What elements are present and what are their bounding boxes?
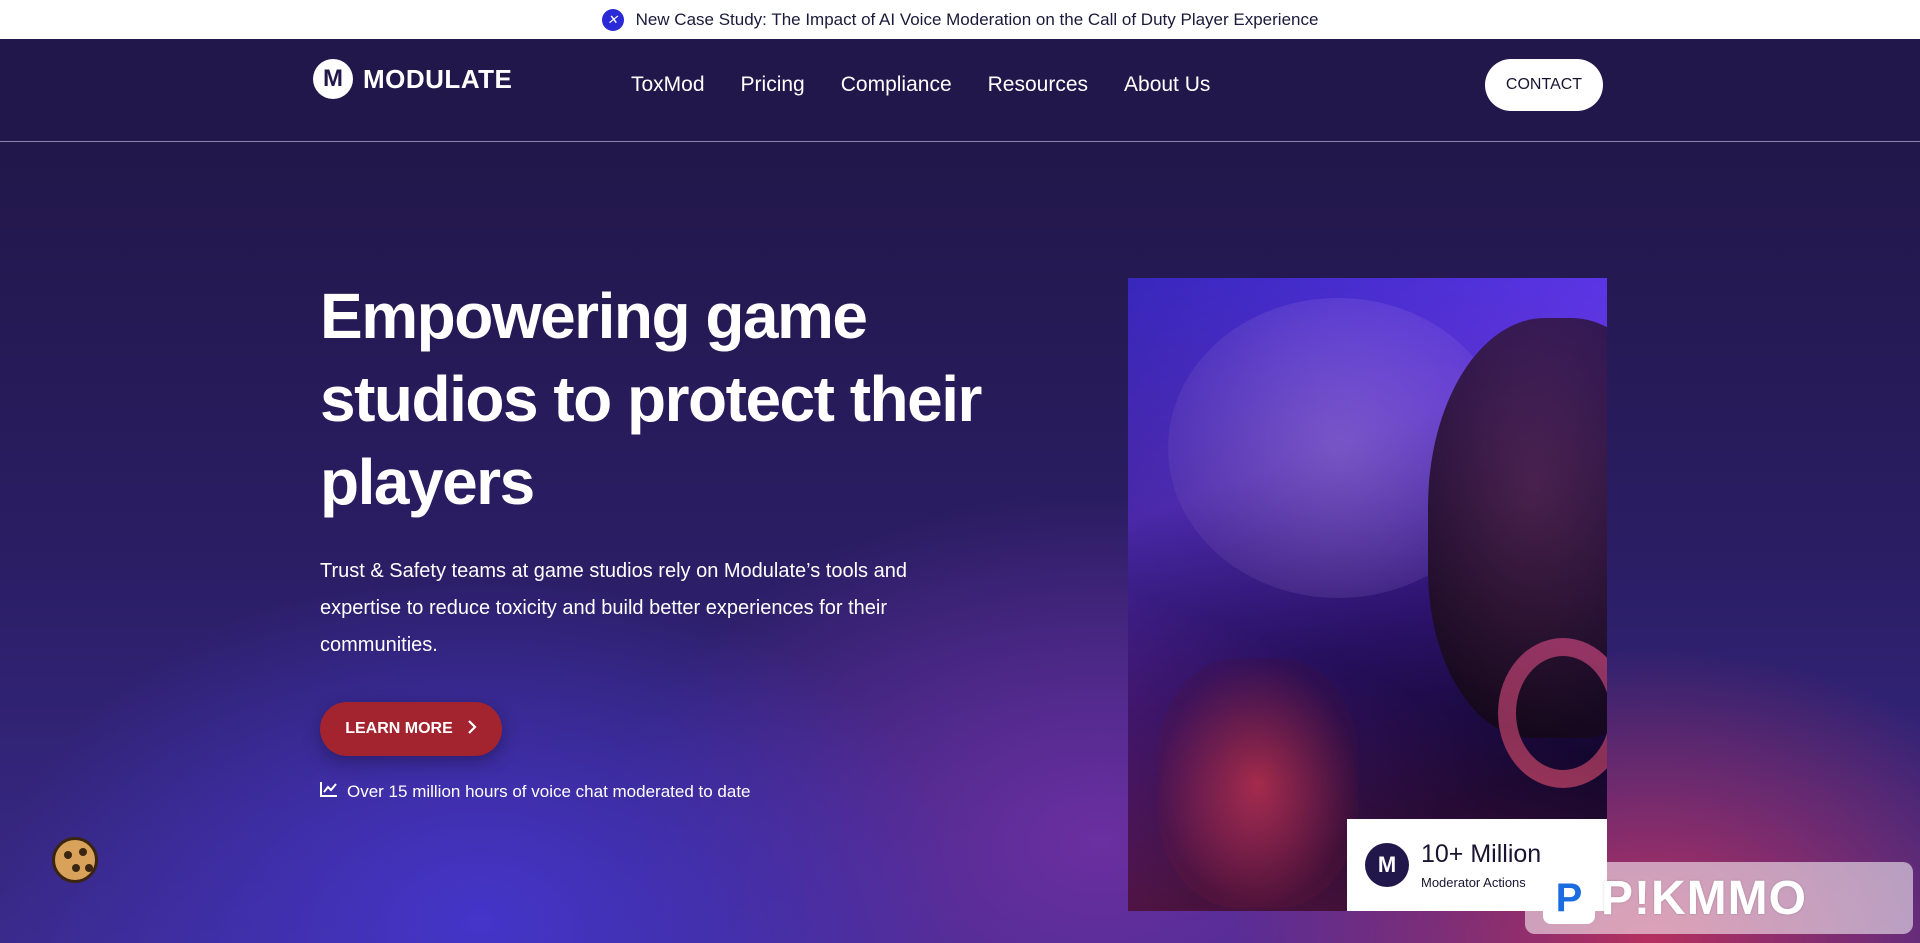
watermark: P P!KMMO [1525, 862, 1913, 934]
stat-card-value: 10+ Million [1421, 840, 1542, 868]
nav-item-about-us[interactable]: About Us [1124, 73, 1210, 97]
hero-subtext: Trust & Safety teams at game studios rel… [320, 560, 907, 656]
watermark-text: P!KMMO [1601, 871, 1807, 925]
logo[interactable]: M MODULATE [313, 59, 512, 99]
nav-item-resources[interactable]: Resources [988, 73, 1088, 97]
line-chart-icon [320, 781, 338, 802]
x-circle-icon: ✕ [601, 8, 624, 31]
nav-item-toxmod[interactable]: ToxMod [631, 73, 705, 97]
stat-text: Over 15 million hours of voice chat mode… [347, 781, 751, 801]
announcement-bar[interactable]: ✕ New Case Study: The Impact of AI Voice… [0, 0, 1920, 39]
stat-line: Over 15 million hours of voice chat mode… [320, 781, 751, 802]
logo-text: MODULATE [363, 63, 513, 94]
nav-item-compliance[interactable]: Compliance [841, 73, 952, 97]
logo-mark-icon: M [313, 59, 353, 99]
contact-button[interactable]: CONTACT [1485, 59, 1603, 111]
learn-more-button[interactable]: LEARN MORE [320, 702, 502, 756]
chevron-right-icon [467, 719, 477, 739]
hero-section [0, 142, 1920, 943]
announcement-text[interactable]: New Case Study: The Impact of AI Voice M… [636, 10, 1319, 30]
cookie-icon[interactable] [52, 837, 98, 883]
modulate-mark-icon: M [1365, 843, 1409, 887]
hero-headline: Empowering game studios to protect their… [320, 280, 982, 518]
hero-image [1128, 278, 1607, 911]
nav-item-pricing[interactable]: Pricing [741, 73, 805, 97]
learn-more-label: LEARN MORE [345, 720, 453, 737]
stat-card-label: Moderator Actions [1421, 875, 1526, 890]
watermark-p-icon: P [1543, 872, 1595, 924]
top-navigation: M MODULATE ToxMod Pricing Compliance Res… [0, 39, 1920, 142]
main-menu: ToxMod Pricing Compliance Resources Abou… [631, 73, 1210, 97]
